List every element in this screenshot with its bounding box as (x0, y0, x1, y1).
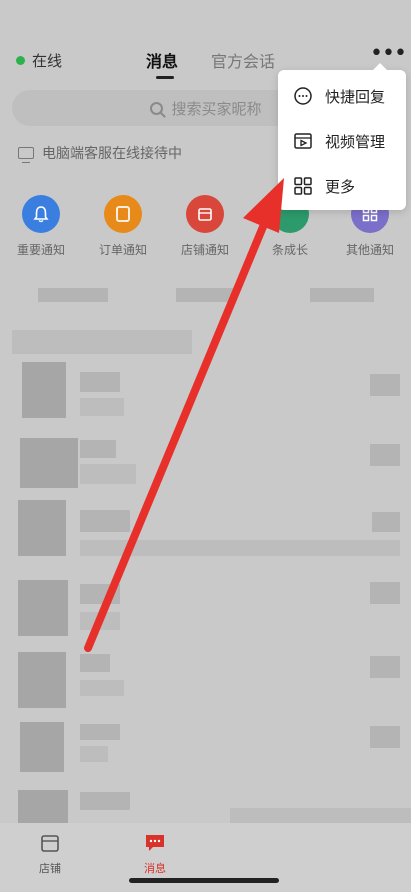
menu-item-label: 更多 (325, 177, 356, 196)
search-icon (150, 101, 164, 115)
tab-official-session[interactable]: 官方会话 (211, 48, 275, 72)
category-label: 条成长 (271, 243, 308, 257)
search-placeholder: 搜索买家昵称 (171, 99, 262, 118)
online-status[interactable]: 在线 (16, 50, 62, 71)
tab-messages[interactable]: 消息 (146, 48, 179, 79)
video-icon (294, 133, 312, 149)
bell-icon (22, 195, 60, 233)
home-indicator (129, 878, 279, 883)
message-icon (146, 835, 164, 851)
tab-messages-label: 消息 (146, 52, 179, 71)
nav-item-store[interactable]: 店铺 (20, 833, 80, 876)
store-icon (41, 835, 59, 852)
menu-item-label: 快捷回复 (325, 87, 386, 106)
store-icon (186, 195, 224, 233)
menu-item-label: 视频管理 (325, 132, 386, 151)
nav-item-label: 消息 (144, 862, 166, 875)
more-options-icon[interactable]: ••• (370, 43, 407, 65)
pc-service-status-label: 电脑端客服在线接待中 (42, 146, 182, 162)
category-label: 其他通知 (345, 243, 394, 257)
category-store-notice[interactable]: 店铺通知 (165, 195, 245, 258)
category-label: 订单通知 (98, 243, 147, 257)
menu-item-video-management[interactable]: 视频管理 (278, 118, 406, 164)
chat-bubble-icon (294, 87, 312, 105)
menu-item-quick-reply[interactable]: 快捷回复 (278, 73, 406, 119)
monitor-icon (18, 147, 34, 163)
nav-item-messages[interactable]: 消息 (125, 833, 185, 876)
category-order-notice[interactable]: 订单通知 (83, 195, 163, 258)
popup-menu: 快捷回复 视频管理 更多 (278, 63, 406, 210)
active-tab-indicator (156, 76, 174, 79)
tab-official-label: 官方会话 (211, 52, 276, 71)
category-label: 店铺通知 (180, 243, 229, 257)
category-label: 重要通知 (16, 243, 65, 257)
online-status-label: 在线 (32, 52, 63, 70)
order-list-icon (104, 195, 142, 233)
pc-service-status: 电脑端客服在线接待中 (18, 143, 182, 163)
category-important-notice[interactable]: 重要通知 (1, 195, 81, 258)
nav-item-label: 店铺 (39, 862, 61, 875)
online-dot-icon (16, 56, 25, 65)
menu-item-more[interactable]: 更多 (278, 163, 406, 209)
grid-icon (294, 177, 312, 195)
